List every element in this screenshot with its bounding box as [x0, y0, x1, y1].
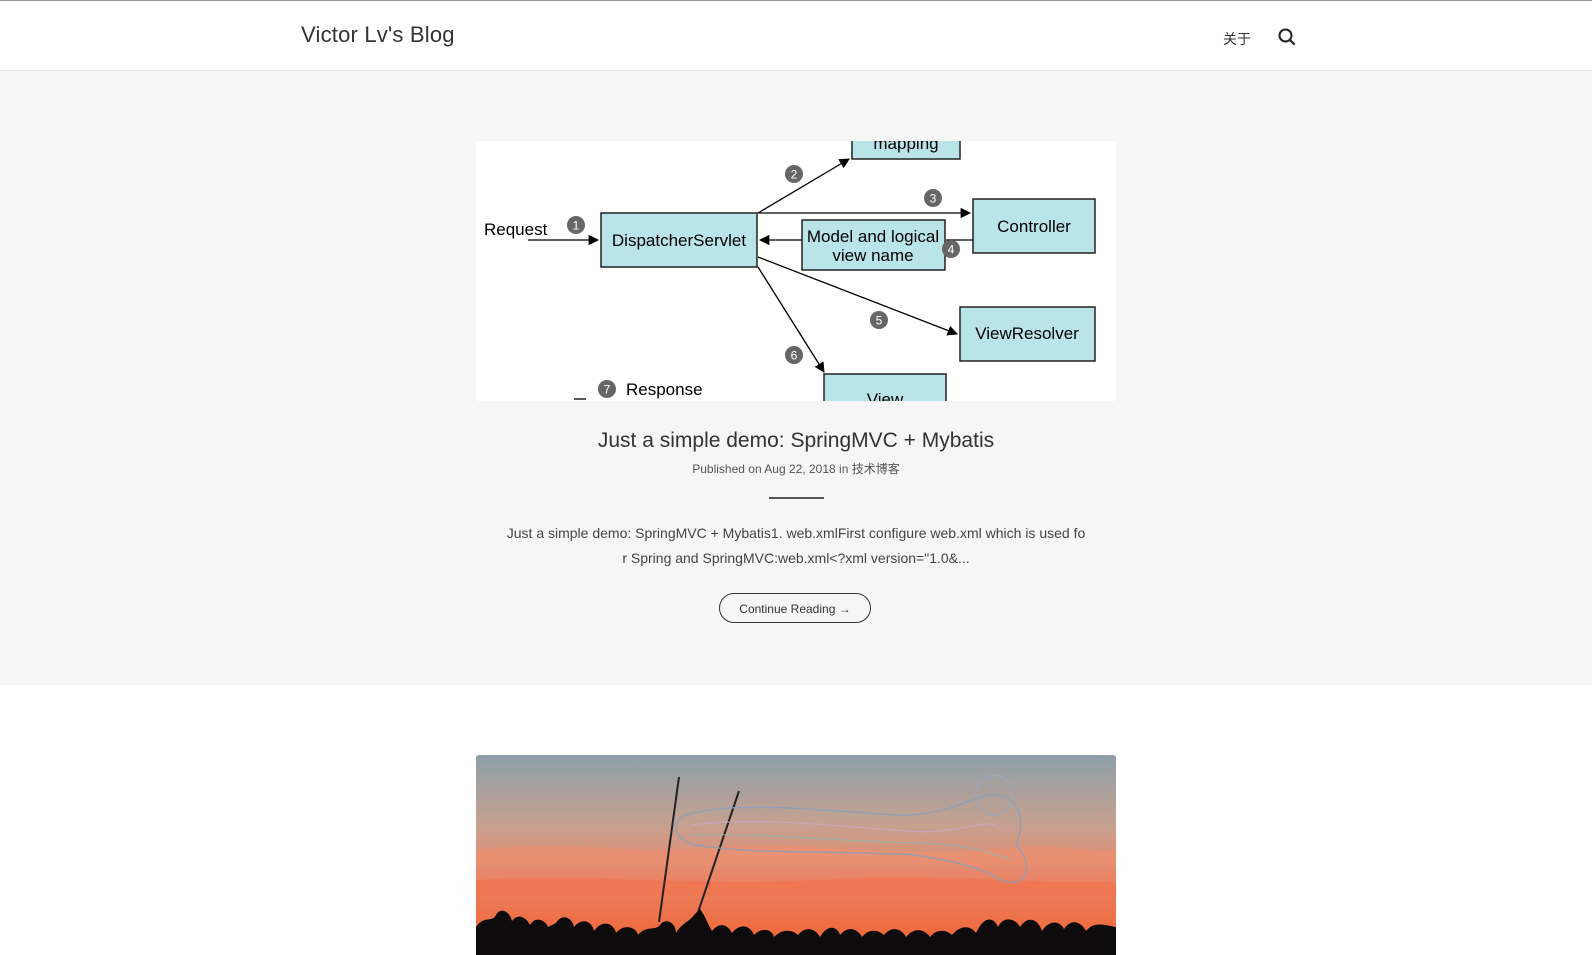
nav-item-about[interactable]: 关于: [1223, 29, 1251, 49]
post-thumbnail-photo[interactable]: [476, 755, 1116, 955]
post-title-link[interactable]: Just a simple demo: SpringMVC + Mybatis: [0, 429, 1592, 453]
meta-in-label: in: [839, 462, 849, 476]
meta-published-label: Published on: [692, 462, 762, 476]
step-badge: 4: [942, 240, 960, 258]
svg-text:5: 5: [876, 314, 883, 328]
diagram-label-model-1: Model and logical: [807, 227, 939, 246]
diagram-label-request: Request: [484, 220, 548, 239]
site-header: Victor Lv's Blog 关于: [0, 1, 1592, 71]
post-card: 1 2 3 4 5 6 7 Request mapping Dispatcher…: [0, 71, 1592, 685]
diagram-label-viewresolver: ViewResolver: [975, 324, 1079, 343]
svg-text:6: 6: [791, 349, 798, 363]
continue-reading-button[interactable]: Continue Reading →: [719, 593, 871, 623]
step-badge: 7: [598, 380, 616, 398]
step-badge: 6: [785, 346, 803, 364]
diagram-label-mapping: mapping: [873, 141, 938, 153]
svg-text:7: 7: [604, 383, 611, 397]
meta-date: Aug 22, 2018: [764, 462, 836, 476]
step-badge: 3: [924, 189, 942, 207]
meta-category-link[interactable]: 技术博客: [852, 462, 900, 476]
post-thumbnail-diagram[interactable]: 1 2 3 4 5 6 7 Request mapping Dispatcher…: [476, 141, 1116, 401]
sunset-bubbles-photo: [476, 755, 1116, 955]
svg-text:1: 1: [573, 219, 580, 233]
diagram-label-controller: Controller: [997, 217, 1071, 236]
diagram-label-dispatcher: DispatcherServlet: [612, 231, 746, 250]
step-badge: 1: [567, 216, 585, 234]
post-excerpt: Just a simple demo: SpringMVC + Mybatis1…: [506, 525, 1086, 566]
search-icon[interactable]: [1277, 27, 1297, 47]
svg-text:2: 2: [791, 168, 798, 182]
svg-text:4: 4: [948, 243, 955, 257]
step-badge: 2: [785, 165, 803, 183]
post-card: [0, 685, 1592, 955]
diagram-label-response: Response: [626, 380, 703, 399]
site-brand-link[interactable]: Victor Lv's Blog: [301, 22, 455, 48]
springmvc-flow-diagram: 1 2 3 4 5 6 7 Request mapping Dispatcher…: [484, 141, 1096, 401]
step-badge: 5: [870, 311, 888, 329]
svg-text:3: 3: [930, 192, 937, 206]
title-divider: [769, 497, 824, 499]
diagram-label-view: View: [867, 390, 904, 401]
diagram-label-model-2: view name: [832, 246, 913, 265]
post-meta: Published on Aug 22, 2018 in 技术博客: [0, 460, 1592, 477]
